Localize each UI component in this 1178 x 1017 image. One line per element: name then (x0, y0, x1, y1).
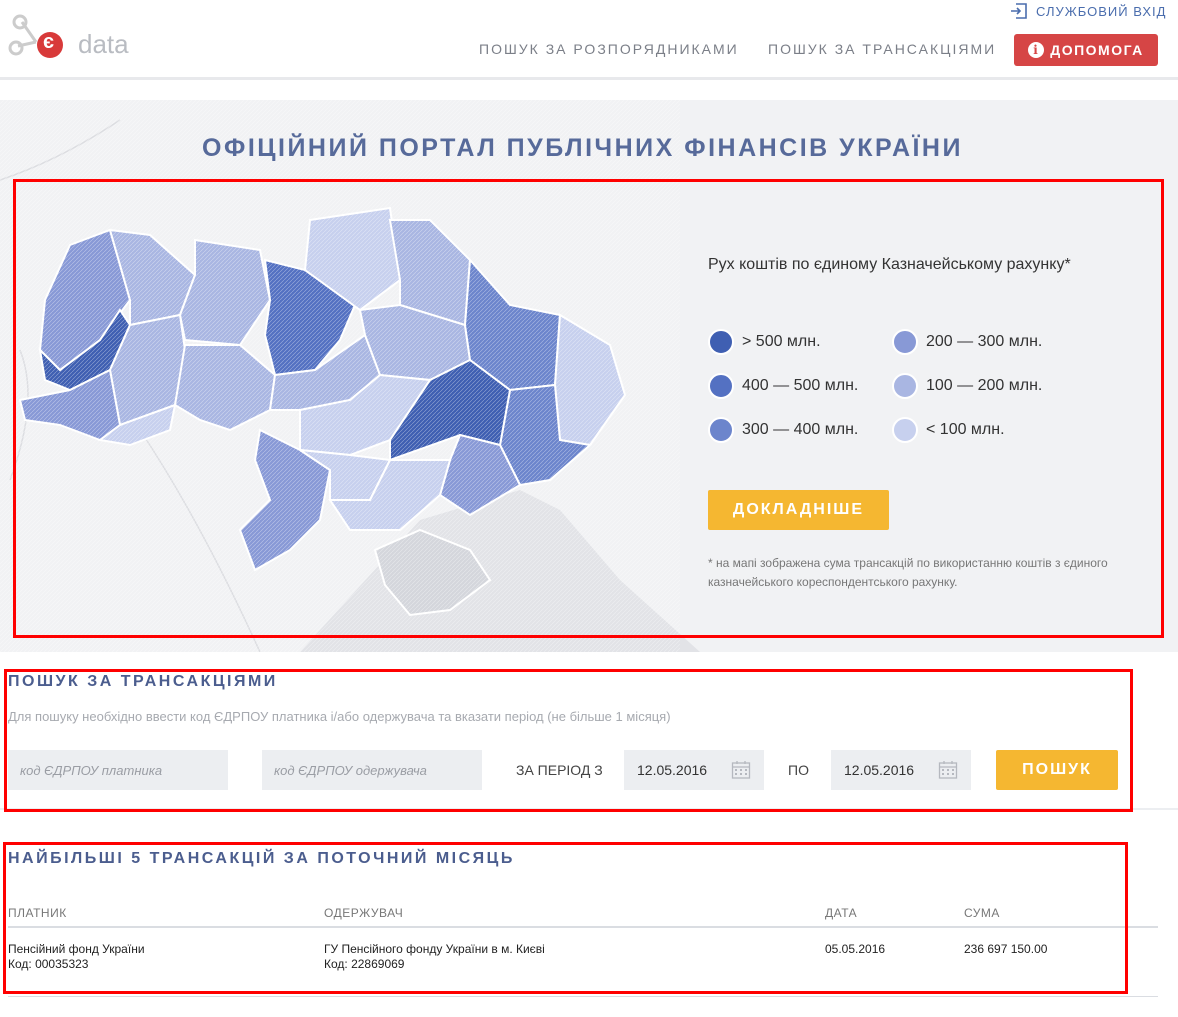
legend-item: 200 — 300 млн. (892, 329, 1042, 355)
column-header-receiver: ОДЕРЖУВАЧ (324, 906, 404, 920)
more-button[interactable]: ДОКЛАДНІШЕ (708, 490, 889, 530)
payer-code: Код: 00035323 (8, 957, 89, 971)
region-luhansk[interactable] (553, 313, 627, 447)
legend-label: 400 — 500 млн. (742, 377, 859, 394)
search-hint: Для пошуку необхідно ввести код ЄДРПОУ п… (8, 709, 671, 724)
legend-label: 100 — 200 млн. (926, 377, 1043, 394)
period-from-label: ЗА ПЕРІОД З (516, 762, 603, 778)
login-link[interactable]: СЛУЖБОВИЙ ВХІД (1010, 2, 1166, 20)
nav-search-by-transactions[interactable]: ПОШУК ЗА ТРАНСАКЦІЯМИ (768, 41, 996, 57)
date-cell: 05.05.2016 (825, 942, 886, 956)
header: data є СЛУЖБОВИЙ ВХІД ПОШУК ЗА РОЗПОРЯДН… (0, 0, 1178, 80)
legend-item: < 100 млн. (892, 417, 1005, 443)
search-button[interactable]: ПОШУК (996, 750, 1118, 790)
legend-item: > 500 млн. (708, 329, 821, 355)
receiver-code-input[interactable] (262, 750, 482, 790)
calendar-icon[interactable] (731, 760, 751, 780)
legend-title: Рух коштів по єдиному Казначейському рах… (708, 256, 1071, 273)
nav-search-by-managers[interactable]: ПОШУК ЗА РОЗПОРЯДНИКАМИ (479, 41, 739, 57)
region-zhytomyr[interactable] (178, 238, 272, 347)
legend-label: > 500 млн. (742, 333, 821, 350)
legend-swatch (892, 329, 918, 355)
logo-graphic: data (8, 14, 129, 59)
column-header-payer: ПЛАТНИК (8, 906, 67, 920)
legend-swatch (708, 417, 734, 443)
legend-swatch (708, 373, 734, 399)
legend-item: 400 — 500 млн. (708, 373, 858, 399)
info-icon: i (1028, 42, 1045, 58)
portal-title: ОФІЦІЙНИЙ ПОРТАЛ ПУБЛІЧНИХ ФІНАНСІВ УКРА… (202, 134, 963, 162)
date-from-value: 12.05.2016 (637, 762, 708, 778)
legend-swatch (892, 417, 918, 443)
top-transactions-title: НАЙБІЛЬШІ 5 ТРАНСАКЦІЙ ЗА ПОТОЧНИЙ МІСЯЦ… (8, 850, 515, 867)
legend-label: 200 — 300 млн. (926, 333, 1043, 350)
payer-name: Пенсійний фонд України (8, 942, 145, 956)
date-from-field[interactable]: 12.05.2016 (624, 750, 764, 790)
receiver-code: Код: 22869069 (324, 957, 405, 971)
search-title: ПОШУК ЗА ТРАНСАКЦІЯМИ (8, 673, 278, 690)
column-header-amount: СУМА (964, 906, 1000, 920)
legend-swatch (708, 329, 734, 355)
legend-label: 300 — 400 млн. (742, 421, 859, 438)
payer-code-input[interactable] (8, 750, 228, 790)
edata-logo[interactable]: data є (8, 12, 138, 64)
date-to-value: 12.05.2016 (844, 762, 915, 778)
map-footnote: * на мапі зображена сума трансакцій по в… (708, 556, 1108, 589)
column-header-date: ДАТА (825, 906, 858, 920)
calendar-icon[interactable] (938, 760, 958, 780)
transaction-search-section: ПОШУК ЗА ТРАНСАКЦІЯМИ Для пошуку необхід… (0, 652, 1178, 810)
login-icon (1011, 3, 1027, 19)
receiver-cell: ГУ Пенсійного фонду України в м. Києві К… (324, 942, 545, 972)
legend-item: 100 — 200 млн. (892, 373, 1042, 399)
legend-label: < 100 млн. (926, 421, 1005, 438)
period-to-label: ПО (788, 762, 809, 778)
amount-cell: 236 697 150.00 (964, 942, 1048, 956)
logo-letter: є (43, 31, 55, 53)
region-vinnytsia[interactable] (173, 344, 277, 432)
payer-cell: Пенсійний фонд України Код: 00035323 (8, 942, 145, 972)
receiver-name: ГУ Пенсійного фонду України в м. Києві (324, 942, 545, 956)
legend-item: 300 — 400 млн. (708, 417, 858, 443)
logo-text: data (78, 29, 129, 59)
legend-swatch (892, 373, 918, 399)
header-divider (8, 926, 1158, 928)
date-to-field[interactable]: 12.05.2016 (831, 750, 971, 790)
help-label: ДОПОМОГА (1050, 42, 1144, 58)
row-divider (8, 996, 1158, 997)
help-button[interactable]: i ДОПОМОГА (1014, 34, 1158, 66)
top-transactions-section: НАЙБІЛЬШІ 5 ТРАНСАКЦІЙ ЗА ПОТОЧНИЙ МІСЯЦ… (0, 810, 1178, 1017)
login-label: СЛУЖБОВИЙ ВХІД (1036, 3, 1167, 19)
hero-section: ОФІЦІЙНИЙ ПОРТАЛ ПУБЛІЧНИХ ФІНАНСІВ УКРА… (0, 100, 1178, 652)
